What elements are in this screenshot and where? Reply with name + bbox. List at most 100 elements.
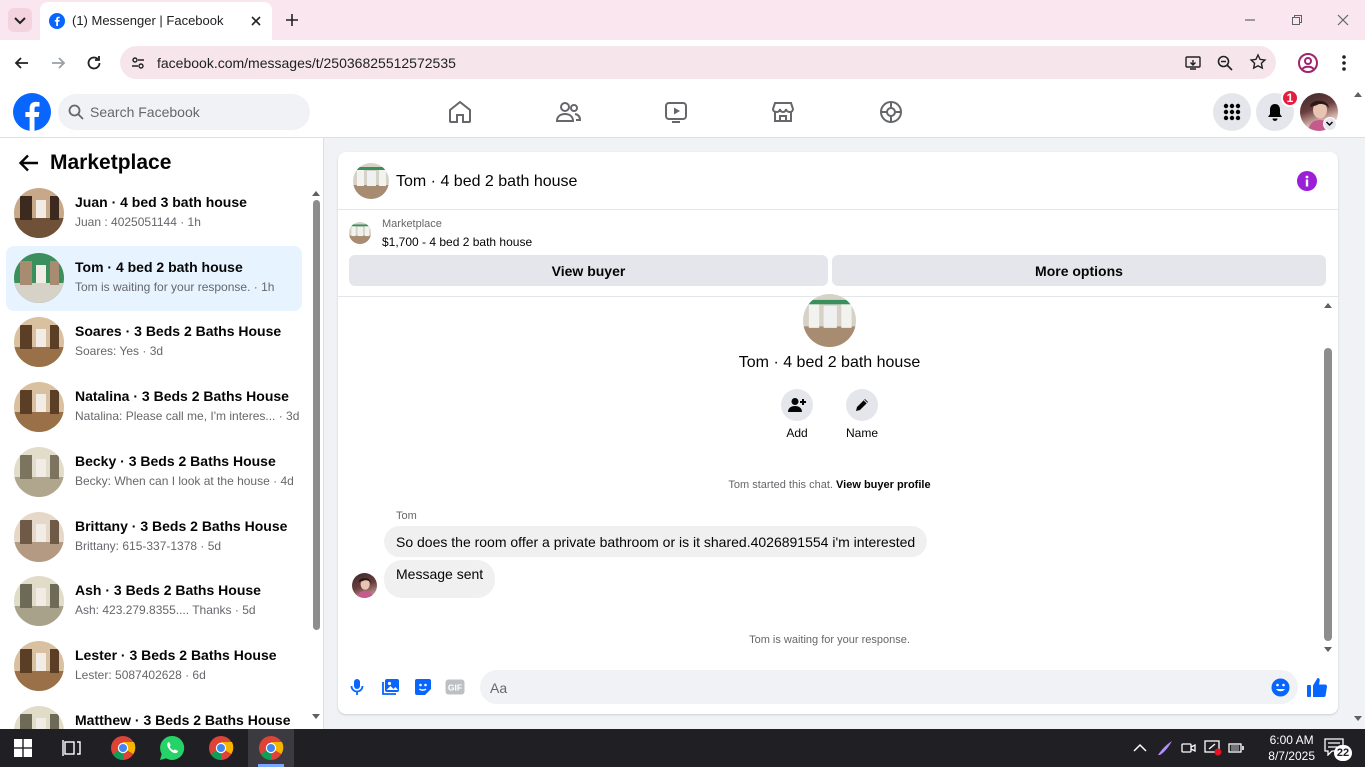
scroll-down-icon[interactable]: [312, 714, 320, 720]
house-photo-icon: [14, 188, 64, 238]
listing-thumbnail[interactable]: [349, 222, 371, 244]
search-icon: [68, 104, 84, 120]
conversation-item[interactable]: Soares · 3 Beds 2 Baths House Soares: Yes…: [6, 310, 302, 375]
close-tab-icon[interactable]: [248, 13, 264, 29]
grid-menu-icon: [1223, 103, 1241, 121]
conversation-thumbnail: [14, 252, 64, 303]
chat-header-avatar[interactable]: [353, 163, 389, 199]
whatsapp-icon[interactable]: [159, 735, 185, 761]
listing-source: Marketplace: [382, 218, 442, 230]
conversation-name: Natalina · 3 Beds 2 Baths House: [75, 388, 289, 405]
conversation-thumbnail: [14, 576, 64, 627]
account-dropdown[interactable]: [1323, 117, 1337, 131]
microphone-icon[interactable]: [350, 678, 364, 696]
chat-scrollbar[interactable]: [1323, 300, 1333, 656]
page-scroll-up-icon[interactable]: [1354, 91, 1362, 97]
pen-app-icon[interactable]: [1156, 739, 1174, 757]
add-person-icon: [788, 398, 806, 412]
conversation-item[interactable]: Natalina · 3 Beds 2 Baths House Natalina:…: [6, 375, 302, 440]
conversation-item[interactable]: Lester · 3 Beds 2 Baths House Lester: 508…: [6, 634, 302, 699]
conversation-thumbnail: [14, 382, 64, 433]
notification-center-button[interactable]: 22: [1324, 738, 1352, 761]
search-input[interactable]: Search Facebook: [58, 94, 310, 130]
chrome-profile-icon[interactable]: [208, 735, 234, 761]
new-tab-icon[interactable]: [283, 11, 301, 29]
security-alert-icon[interactable]: [1204, 740, 1222, 756]
active-app-highlight[interactable]: [248, 729, 294, 767]
back-icon[interactable]: [12, 53, 32, 73]
sender-name: Tom: [396, 510, 417, 522]
kebab-menu-icon[interactable]: [1335, 53, 1353, 73]
site-info-icon[interactable]: [130, 55, 146, 71]
facebook-logo-icon[interactable]: [13, 93, 51, 131]
page-scroll-down-icon[interactable]: [1354, 716, 1362, 722]
listing-title[interactable]: $1,700 - 4 bed 2 bath house: [382, 235, 532, 249]
conversation-item[interactable]: Juan · 4 bed 3 bath house Juan : 40250511…: [6, 181, 302, 246]
chat-panel: Tom · 4 bed 2 bath house Marketplace $1,…: [338, 152, 1338, 714]
video-icon[interactable]: [663, 99, 689, 125]
taskbar-clock[interactable]: 6:00 AM 8/7/2025: [1268, 732, 1315, 764]
chat-scroll-thumb[interactable]: [1324, 348, 1332, 641]
task-view-icon[interactable]: [62, 739, 82, 757]
minimize-icon[interactable]: [1242, 12, 1258, 28]
conversation-thumbnail: [14, 705, 64, 729]
conversation-item[interactable]: Ash · 3 Beds 2 Baths House Ash: 423.279.8…: [6, 569, 302, 634]
zoom-icon[interactable]: [1216, 54, 1234, 72]
install-app-icon[interactable]: [1184, 54, 1202, 72]
tab-title: (1) Messenger | Facebook: [72, 13, 224, 28]
browser-toolbar: facebook.com/messages/t/2503682551257253…: [0, 40, 1365, 86]
view-buyer-profile-link[interactable]: View buyer profile: [836, 479, 931, 491]
scroll-up-icon[interactable]: [312, 190, 320, 196]
forward-icon[interactable]: [48, 53, 68, 73]
home-icon[interactable]: [447, 99, 473, 125]
facebook-favicon-icon: [49, 13, 65, 29]
chat-title[interactable]: Tom · 4 bed 2 bath house: [396, 173, 577, 191]
bookmark-star-icon[interactable]: [1249, 53, 1267, 71]
conversation-item[interactable]: Brittany · 3 Beds 2 Baths House Brittany:…: [6, 505, 302, 570]
conversation-info-button[interactable]: [1297, 171, 1317, 191]
incoming-message[interactable]: So does the room offer a private bathroo…: [384, 526, 928, 557]
reload-icon[interactable]: [84, 53, 104, 73]
tray-chevron-up-icon[interactable]: [1133, 743, 1147, 753]
pencil-icon: [856, 399, 868, 411]
address-bar[interactable]: facebook.com/messages/t/2503682551257253…: [120, 46, 1276, 79]
sidebar-scrollbar[interactable]: [312, 190, 320, 720]
browser-tab[interactable]: (1) Messenger | Facebook: [40, 2, 272, 40]
photo-icon[interactable]: [382, 678, 400, 696]
chevron-down-icon: [1325, 121, 1334, 127]
scroll-down-icon[interactable]: [1324, 647, 1332, 653]
sidebar-scroll-thumb[interactable]: [313, 200, 320, 630]
gif-icon[interactable]: GIF: [445, 679, 465, 695]
back-arrow-icon[interactable]: [18, 153, 40, 173]
network-icon[interactable]: [1228, 741, 1246, 755]
add-people-button[interactable]: [781, 389, 813, 421]
emoji-icon[interactable]: [1271, 678, 1290, 697]
more-options-button[interactable]: More options: [832, 255, 1326, 286]
conversation-item[interactable]: Matthew · 3 Beds 2 Baths House: [6, 699, 302, 729]
windows-start-icon[interactable]: [14, 739, 32, 757]
sidebar-title: Marketplace: [50, 151, 172, 174]
edit-name-button[interactable]: [846, 389, 878, 421]
message-input[interactable]: Aa: [480, 670, 1298, 704]
tab-search-button[interactable]: [8, 8, 32, 32]
scroll-up-icon[interactable]: [1324, 302, 1332, 308]
profile-icon[interactable]: [1297, 52, 1319, 74]
sticker-icon[interactable]: [414, 678, 432, 696]
view-buyer-button[interactable]: View buyer: [349, 255, 828, 286]
chrome-icon[interactable]: [110, 735, 136, 761]
notification-count-badge: 22: [1334, 745, 1352, 761]
outgoing-message[interactable]: Message sent: [384, 560, 496, 598]
thumbs-up-icon[interactable]: [1306, 676, 1328, 698]
marketplace-icon[interactable]: [770, 99, 796, 125]
conversation-item[interactable]: Tom · 4 bed 2 bath house Tom is waiting f…: [6, 245, 302, 311]
menu-button[interactable]: [1213, 93, 1251, 131]
gaming-icon[interactable]: [878, 99, 904, 125]
profile-avatar[interactable]: [803, 294, 856, 347]
meet-now-icon[interactable]: [1181, 740, 1197, 756]
friends-icon[interactable]: [554, 99, 582, 125]
notification-badge: 1: [1281, 89, 1299, 107]
windows-taskbar: 6:00 AM 8/7/2025 22: [0, 729, 1365, 767]
conversation-item[interactable]: Becky · 3 Beds 2 Baths House Becky: When …: [6, 440, 302, 505]
restore-icon[interactable]: [1289, 12, 1305, 28]
close-window-icon[interactable]: [1335, 12, 1351, 28]
